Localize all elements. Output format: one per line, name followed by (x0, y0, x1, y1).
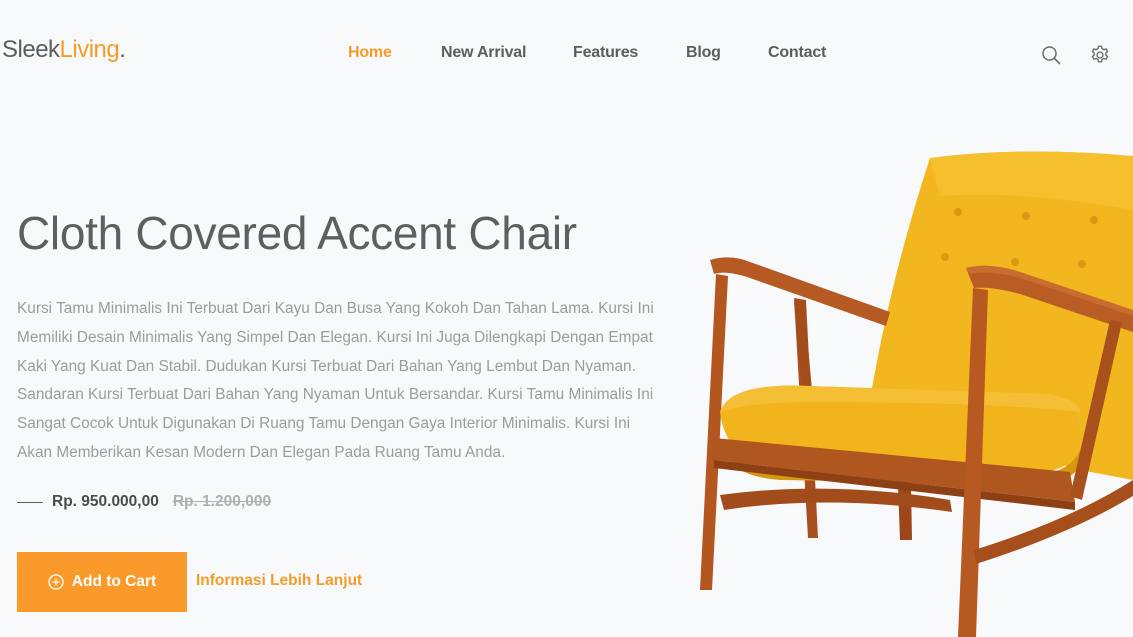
product-title: Cloth Covered Accent Chair (17, 207, 577, 259)
nav-blog[interactable]: Blog (686, 44, 721, 62)
price-row: Rp. 950.000,00 Rp. 1.200,000 (17, 492, 271, 512)
more-info-link[interactable]: Informasi Lebih Lanjut (196, 572, 362, 590)
plus-circle-icon (48, 574, 64, 590)
product-image-chair (700, 151, 1133, 637)
nav-home[interactable]: Home (348, 44, 392, 62)
nav-contact[interactable]: Contact (768, 44, 826, 62)
old-price: Rp. 1.200,000 (172, 493, 272, 510)
main-nav: Home New Arrival Features Blog Contact (0, 44, 1133, 66)
price-dash-divider (17, 501, 43, 503)
search-icon[interactable] (1040, 44, 1062, 66)
product-description: Kursi Tamu Minimalis Ini Terbuat Dari Ka… (17, 300, 654, 461)
nav-new-arrival[interactable]: New Arrival (441, 44, 526, 62)
nav-features[interactable]: Features (573, 44, 638, 62)
gear-icon[interactable] (1089, 44, 1111, 66)
current-price: Rp. 950.000,00 (52, 493, 159, 510)
add-to-cart-label: Add to Cart (71, 573, 157, 590)
landing-page: SleekLiving. Home New Arrival Features B… (0, 0, 1133, 637)
add-to-cart-button[interactable]: Add to Cart (17, 552, 187, 612)
